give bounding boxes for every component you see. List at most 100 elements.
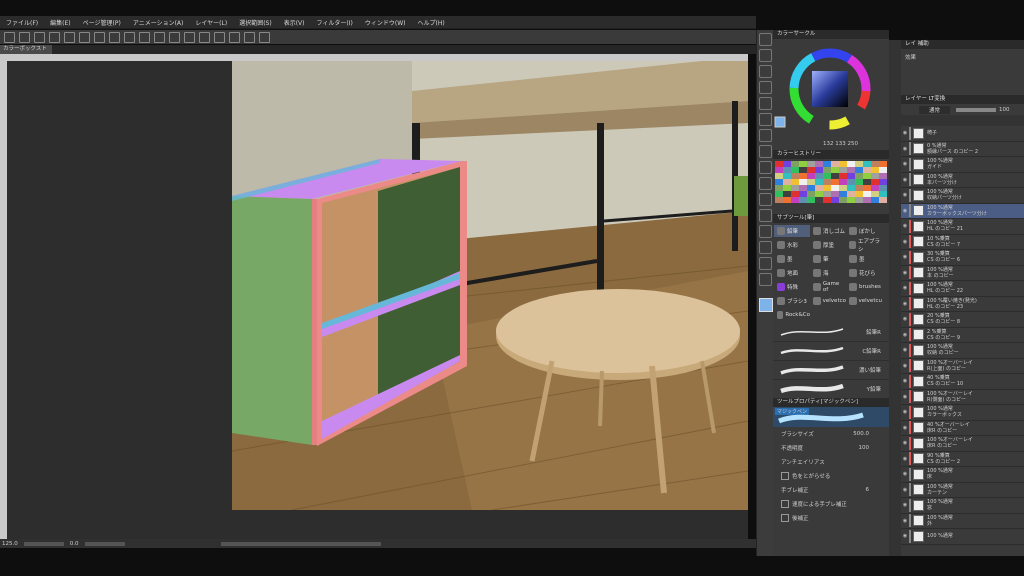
menu-item-5[interactable]: 選択範囲(S): [239, 18, 272, 27]
layer-row[interactable]: ◉ 100 %通常外: [901, 514, 1024, 529]
sharpen-checkbox[interactable]: [781, 472, 789, 480]
subtool-group-1[interactable]: 消しゴム: [810, 225, 846, 237]
clear-icon[interactable]: [94, 31, 105, 43]
eye-icon[interactable]: ◉: [901, 254, 909, 260]
layer-row[interactable]: ◉ 100 %オーバーレイ R(側面) のコピー: [901, 390, 1024, 405]
layer-row[interactable]: ◉ 100 %通常床: [901, 467, 1024, 483]
tab-lt-conversion[interactable]: LT変換: [929, 96, 946, 102]
document-tab[interactable]: カラーボックスト ×: [0, 45, 52, 61]
operation-tool-icon[interactable]: [759, 65, 772, 78]
layer-row[interactable]: ◉ 100 %通常 カラーボックスパーツ分け: [901, 203, 1024, 219]
layer-row[interactable]: ◉ 100 %通常 収納パーツ分け: [901, 188, 1024, 204]
special-ruler-snap-icon[interactable]: [214, 31, 225, 43]
eye-icon[interactable]: ◉: [901, 533, 909, 539]
main-color-swatch[interactable]: [758, 298, 773, 312]
brush-item[interactable]: Y鉛筆: [773, 380, 889, 399]
subtool-group-12[interactable]: 特殊: [774, 281, 810, 293]
history-swatch[interactable]: [831, 197, 839, 203]
subtool-group-11[interactable]: 花びら: [846, 267, 882, 279]
stabilize-row[interactable]: 手ブレ補正 6: [773, 483, 889, 497]
history-swatch[interactable]: [879, 197, 887, 203]
antialias-row[interactable]: アンチエイリアス: [773, 455, 889, 469]
move-layer-tool-icon[interactable]: [759, 81, 772, 94]
menu-item-3[interactable]: アニメーション(A): [133, 18, 184, 27]
brush-item[interactable]: C鉛筆R: [773, 342, 889, 361]
color-wheel[interactable]: 132 133 250: [773, 39, 889, 149]
layer-row[interactable]: ◉ 100 %通常: [901, 529, 1024, 545]
menu-item-2[interactable]: ページ管理(P): [83, 18, 121, 27]
layer-row[interactable]: ◉ 40 %オーバーレイ 床R のコピー: [901, 421, 1024, 436]
ruler-snap-icon[interactable]: [199, 31, 210, 43]
speed-stabilize-row[interactable]: 速度による手ブレ補正: [773, 497, 889, 511]
post-correction-checkbox[interactable]: [781, 514, 789, 522]
gradient-tool-icon[interactable]: [759, 257, 772, 270]
airbrush-tool-icon[interactable]: [759, 193, 772, 206]
subtool-group-14[interactable]: brushes: [846, 281, 882, 293]
subtool-group-8[interactable]: 墨: [846, 253, 882, 265]
blend-mode-select[interactable]: 通常: [919, 105, 951, 114]
eye-icon[interactable]: ◉: [901, 487, 909, 493]
move-tool-icon[interactable]: [759, 49, 772, 62]
subtool-group-0[interactable]: 鉛筆: [774, 225, 810, 237]
history-swatch[interactable]: [855, 197, 863, 203]
crop-icon[interactable]: [139, 31, 150, 43]
eye-icon[interactable]: ◉: [901, 316, 909, 322]
layer-row[interactable]: ◉ 100 %通常 カラーボックス: [901, 405, 1024, 421]
eye-icon[interactable]: ◉: [901, 285, 909, 291]
history-swatch[interactable]: [863, 197, 871, 203]
brush-item[interactable]: 鉛筆R: [773, 323, 889, 342]
invert-selection-icon[interactable]: [184, 31, 195, 43]
eraser-tool-icon[interactable]: [759, 209, 772, 222]
menu-item-1[interactable]: 編集(E): [50, 18, 70, 27]
subtool-group-3[interactable]: 水彩: [774, 239, 810, 251]
layer-row[interactable]: ◉ 10 %乗算 CS のコピー 7: [901, 235, 1024, 250]
menu-item-0[interactable]: ファイル(F): [6, 18, 38, 27]
subtool-group-13[interactable]: Game of: [810, 281, 846, 293]
layer-row[interactable]: ◉ 100 %通常 カーテン: [901, 483, 1024, 498]
eye-icon[interactable]: ◉: [901, 378, 909, 384]
eyedropper-tool-icon[interactable]: [759, 129, 772, 142]
subtool-group-10[interactable]: 海: [810, 267, 846, 279]
eye-icon[interactable]: ◉: [901, 270, 909, 276]
new-file-icon[interactable]: [4, 31, 15, 43]
layer-row[interactable]: ◉ 100 %通常 本パーツ分け: [901, 173, 1024, 188]
angle-slider[interactable]: [84, 541, 125, 546]
subtool-group-17[interactable]: velvetcu: [846, 295, 882, 307]
redo-icon[interactable]: [79, 31, 90, 43]
history-swatch[interactable]: [839, 197, 847, 203]
color-history-swatches[interactable]: [773, 159, 889, 205]
subtool-group-4[interactable]: 厚塗: [810, 239, 846, 251]
pencil-tool-icon[interactable]: [759, 161, 772, 174]
eye-icon[interactable]: ◉: [901, 363, 909, 369]
eye-icon[interactable]: ◉: [901, 518, 909, 524]
layer-row[interactable]: ◉ 20 %乗算 CS のコピー 8: [901, 312, 1024, 328]
sharpen-row[interactable]: 色をとがらせる: [773, 469, 889, 483]
angle-value[interactable]: 0.0: [70, 541, 79, 547]
subtool-group-16[interactable]: velvetco: [810, 295, 846, 307]
history-swatch[interactable]: [775, 197, 783, 203]
open-file-icon[interactable]: [19, 31, 30, 43]
save-icon[interactable]: [34, 31, 45, 43]
layer-row[interactable]: ◉ 100 %通常 収納 のコピー: [901, 343, 1024, 359]
layer-row[interactable]: ◉ 100 %通常 HL のコピー 21: [901, 219, 1024, 235]
fill-icon[interactable]: [109, 31, 120, 43]
eye-icon[interactable]: ◉: [901, 471, 909, 477]
eye-icon[interactable]: ◉: [901, 394, 909, 400]
history-swatch[interactable]: [799, 197, 807, 203]
layer-row[interactable]: ◉ 100 %オーバーレイ 床R のコピー: [901, 436, 1024, 452]
history-swatch[interactable]: [823, 197, 831, 203]
layer-row[interactable]: ◉ 0 %通常 額縁パース のコピー 2: [901, 142, 1024, 157]
eye-icon[interactable]: ◉: [901, 347, 909, 353]
brush-item[interactable]: 濃い鉛筆: [773, 361, 889, 380]
eye-icon[interactable]: ◉: [901, 502, 909, 508]
eye-icon[interactable]: ◉: [901, 192, 909, 198]
eye-icon[interactable]: ◉: [901, 130, 909, 136]
subtool-group-5[interactable]: エアブラシ: [846, 239, 882, 253]
layer-row[interactable]: ◉ 椅子: [901, 126, 1024, 142]
history-swatch[interactable]: [783, 197, 791, 203]
print-icon[interactable]: [49, 31, 60, 43]
menu-item-6[interactable]: 表示(V): [284, 18, 305, 27]
layer-row[interactable]: ◉ 100 %覆い焼き(発光) HL のコピー 23: [901, 297, 1024, 312]
tab-layer[interactable]: レイ: [905, 41, 916, 47]
eye-icon[interactable]: ◉: [901, 239, 909, 245]
